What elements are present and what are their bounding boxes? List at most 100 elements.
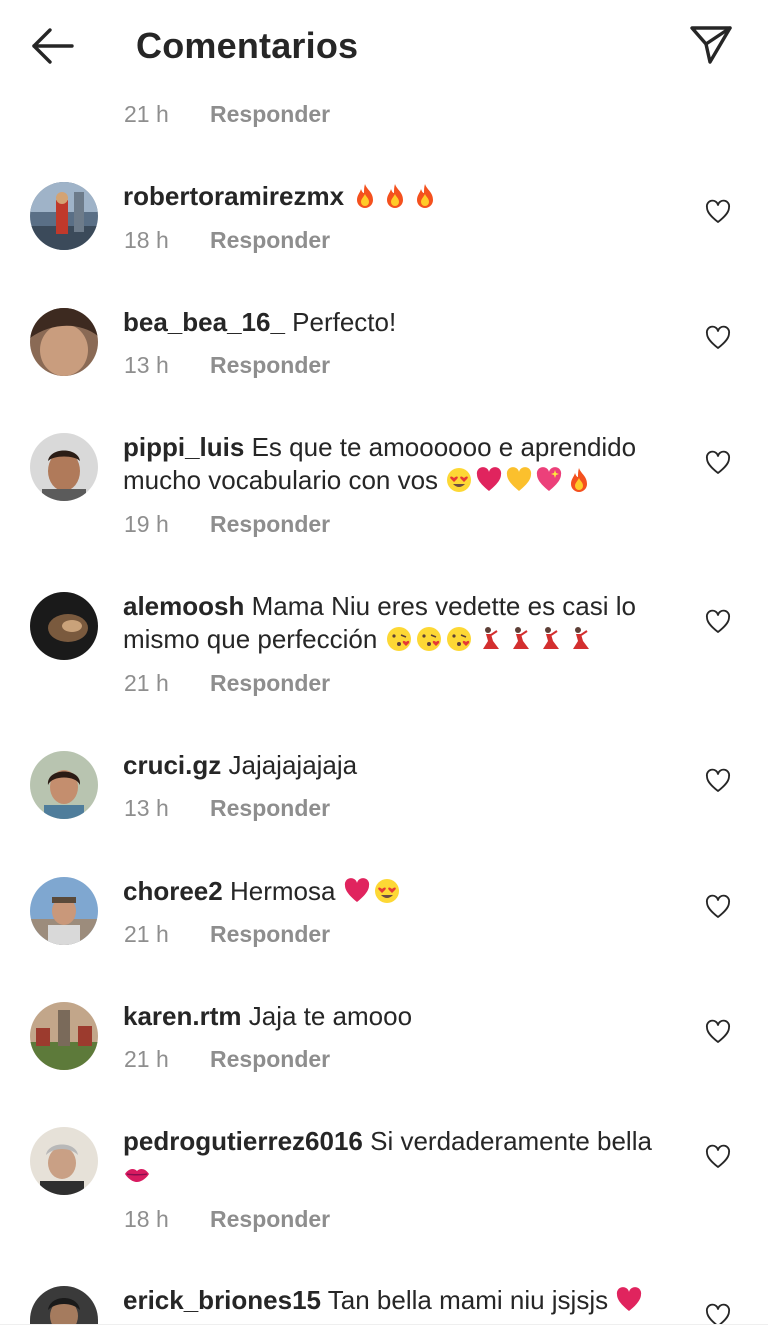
comment-text: karen.rtm Jaja te amooo <box>123 1000 683 1033</box>
like-button[interactable] <box>704 608 732 636</box>
previous-comment-meta: 21 h Responder <box>124 98 330 130</box>
comment-meta: 21 h Responder <box>124 1043 330 1075</box>
comment-username[interactable]: karen.rtm <box>123 1001 242 1031</box>
comment-time: 21 h <box>124 101 169 127</box>
paper-plane-icon <box>690 26 732 64</box>
comment-time: 13 h <box>124 795 169 821</box>
comment-text: alemoosh Mama Niu eres vedette es casi l… <box>123 590 683 656</box>
comment-username[interactable]: choree2 <box>123 876 223 906</box>
like-button[interactable] <box>704 1143 732 1171</box>
comment-meta: 13 h Responder <box>124 349 330 381</box>
heart-outline-icon <box>706 768 730 792</box>
comment-body: Tan bella mami niu jsjsjs <box>327 1285 609 1315</box>
avatar[interactable] <box>30 433 98 501</box>
comment-text: bea_bea_16_ Perfecto! <box>123 306 683 339</box>
red-heart-icon <box>344 878 369 902</box>
comment-time: 21 h <box>124 670 169 696</box>
heart-outline-icon <box>706 609 730 633</box>
reply-button[interactable]: Responder <box>210 1046 330 1072</box>
like-button[interactable] <box>704 893 732 921</box>
heart-eyes-icon <box>374 879 399 903</box>
reply-button[interactable]: Responder <box>210 1206 330 1232</box>
dancer-icon <box>542 627 559 649</box>
comment-text: robertoramirezmx <box>123 180 683 213</box>
heart-outline-icon <box>706 1019 730 1043</box>
yellow-heart-icon <box>507 467 532 491</box>
comment-time: 19 h <box>124 511 169 537</box>
avatar[interactable] <box>30 592 98 660</box>
fire-icon <box>417 184 434 208</box>
comment-time: 13 h <box>124 352 169 378</box>
comment-username[interactable]: erick_briones15 <box>123 1285 321 1315</box>
comment-meta: 21 h Responder <box>124 667 330 699</box>
comment-username[interactable]: pippi_luis <box>123 432 244 462</box>
reply-button[interactable]: Responder <box>210 511 330 537</box>
heart-outline-icon <box>706 1303 730 1324</box>
comment-time: 18 h <box>124 227 169 253</box>
comment-meta: 21 h Responder <box>124 918 330 950</box>
share-button[interactable] <box>686 22 736 68</box>
comment-meta: 18 h Responder <box>124 1203 330 1235</box>
dancer-icon <box>512 627 529 649</box>
like-button[interactable] <box>704 198 732 226</box>
comment-username[interactable]: alemoosh <box>123 591 244 621</box>
back-button[interactable] <box>28 24 76 68</box>
avatar[interactable] <box>30 1127 98 1195</box>
avatar[interactable] <box>30 1002 98 1070</box>
avatar[interactable] <box>30 877 98 945</box>
like-button[interactable] <box>704 1018 732 1046</box>
reply-button[interactable]: Responder <box>210 921 330 947</box>
avatar[interactable] <box>30 182 98 250</box>
comment-username[interactable]: cruci.gz <box>123 750 221 780</box>
comment-text: pippi_luis Es que te amoooooo e aprendid… <box>123 431 683 497</box>
reply-button[interactable]: Responder <box>210 227 330 253</box>
reply-button[interactable]: Responder <box>210 101 330 127</box>
comment-meta: 19 h Responder <box>124 508 330 540</box>
reply-button[interactable]: Responder <box>210 795 330 821</box>
fire-icon <box>387 184 404 208</box>
comment-username[interactable]: robertoramirezmx <box>123 181 344 211</box>
heart-eyes-icon <box>447 468 472 492</box>
lips-icon <box>125 1169 149 1182</box>
avatar[interactable] <box>30 751 98 819</box>
kiss-face-icon <box>416 627 441 651</box>
comment-body: Si verdaderamente bella <box>370 1126 652 1156</box>
avatar[interactable] <box>30 308 98 376</box>
comment-username[interactable]: pedrogutierrez6016 <box>123 1126 363 1156</box>
page-title: Comentarios <box>136 25 359 66</box>
comment-body: Perfecto! <box>292 307 397 337</box>
reply-button[interactable]: Responder <box>210 670 330 696</box>
heart-outline-icon <box>706 325 730 349</box>
comment-body: Jajajajajaja <box>228 750 358 780</box>
like-button[interactable] <box>704 767 732 795</box>
red-heart-icon <box>477 467 502 491</box>
comment-time: 21 h <box>124 921 169 947</box>
comment-text: pedrogutierrez6016 Si verdaderamente bel… <box>123 1125 683 1191</box>
red-heart-icon <box>617 1287 642 1311</box>
comment-meta: 13 h Responder <box>124 792 330 824</box>
like-button[interactable] <box>704 324 732 352</box>
comment-time: 21 h <box>124 1046 169 1072</box>
sparkling-heart-icon <box>537 467 562 491</box>
kiss-face-icon <box>446 627 471 651</box>
comment-text: cruci.gz Jajajajajaja <box>123 749 683 782</box>
comment-body: Jaja te amooo <box>248 1001 413 1031</box>
comment-text: choree2 Hermosa <box>123 875 683 908</box>
comment-username[interactable]: bea_bea_16_ <box>123 307 285 337</box>
reply-button[interactable]: Responder <box>210 352 330 378</box>
like-button[interactable] <box>704 449 732 477</box>
fire-icon <box>357 184 374 208</box>
header-bar: Comentarios <box>0 0 768 92</box>
kiss-face-icon <box>386 627 411 651</box>
like-button[interactable] <box>704 1302 732 1324</box>
dancer-icon <box>572 627 589 649</box>
heart-outline-icon <box>706 1144 730 1168</box>
comment-meta: 18 h Responder <box>124 224 330 256</box>
comment-body: Hermosa <box>229 876 336 906</box>
fire-icon <box>571 468 588 492</box>
heart-outline-icon <box>706 199 730 223</box>
heart-outline-icon <box>706 450 730 474</box>
heart-outline-icon <box>706 894 730 918</box>
arrow-left-icon <box>32 28 74 64</box>
avatar[interactable] <box>30 1286 98 1324</box>
